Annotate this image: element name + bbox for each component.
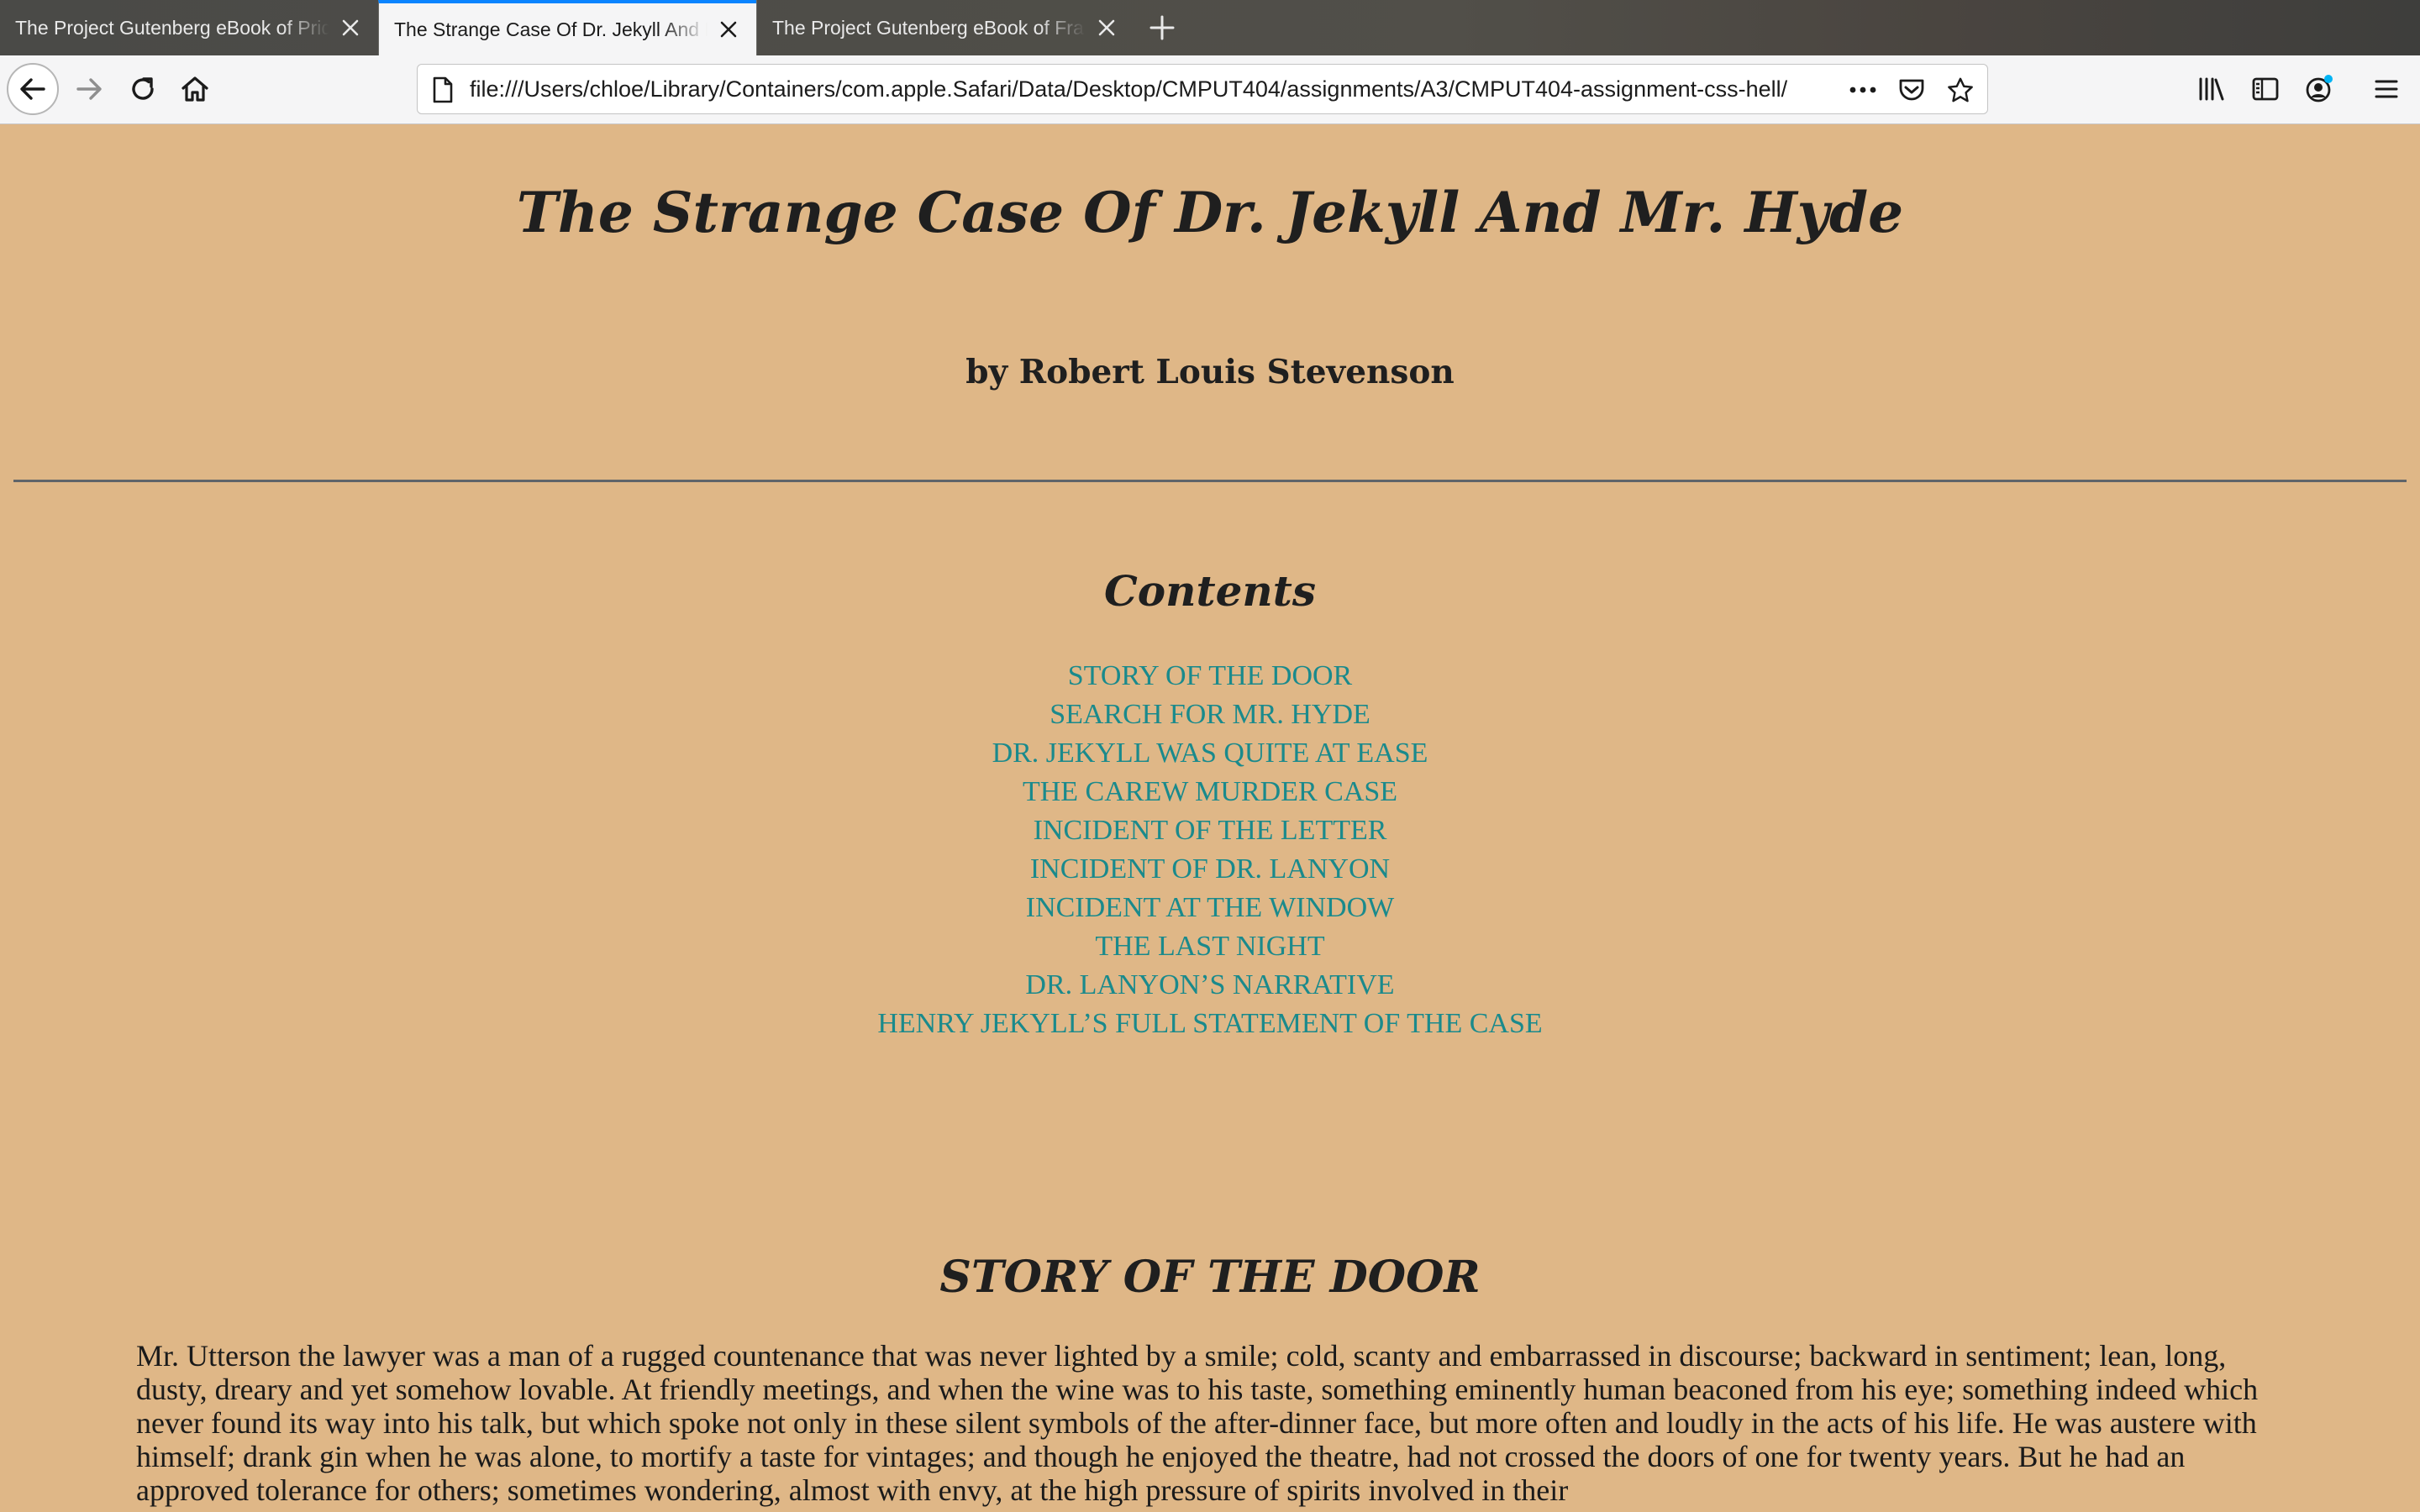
toc-link-dr-lanyons-narrative[interactable]: DR. LANYON’S NARRATIVE (1025, 969, 1394, 1000)
toc-link-henry-jekylls-statement[interactable]: HENRY JEKYLL’S FULL STATEMENT OF THE CAS… (877, 1008, 1542, 1039)
account-icon (2306, 75, 2333, 102)
contents-heading: Contents (1103, 566, 1316, 616)
library-icon (2199, 77, 2224, 101)
forward-button[interactable] (62, 62, 116, 116)
tab-title: The Project Gutenberg eBook of Frankenst… (772, 16, 1086, 39)
toc-link-the-last-night[interactable]: THE LAST NIGHT (1095, 931, 1324, 962)
more-actions-icon[interactable] (1849, 76, 1876, 103)
author-line: by Robert Louis Stevenson (965, 353, 1455, 391)
forward-arrow-icon (76, 78, 102, 100)
page-icon[interactable] (429, 76, 456, 103)
toc-item: DR. JEKYLL WAS QUITE AT EASE (0, 734, 2420, 773)
toc-link-carew-murder-case[interactable]: THE CAREW MURDER CASE (1023, 776, 1397, 807)
url-text[interactable]: file:///Users/chloe/Library/Containers/c… (470, 65, 1828, 113)
tab-frankenstein[interactable]: The Project Gutenberg eBook of Frankenst… (756, 0, 1134, 55)
toc-link-incident-of-the-letter[interactable]: INCIDENT OF THE LETTER (1034, 815, 1387, 846)
close-icon[interactable] (716, 17, 741, 42)
pocket-icon[interactable] (1898, 76, 1925, 103)
toc-item: INCIDENT AT THE WINDOW (0, 889, 2420, 927)
home-icon (182, 76, 208, 102)
toc-item: INCIDENT OF THE LETTER (0, 811, 2420, 850)
library-button[interactable] (2185, 62, 2238, 116)
menu-button[interactable] (2360, 62, 2413, 116)
chapter-paragraph: Mr. Utterson the lawyer was a man of a r… (136, 1339, 2259, 1507)
close-icon[interactable] (338, 15, 363, 40)
back-arrow-icon (20, 78, 45, 100)
toc-item: STORY OF THE DOOR (0, 657, 2420, 696)
toc-link-dr-jekyll-was-quite-at-ease[interactable]: DR. JEKYLL WAS QUITE AT EASE (992, 738, 1428, 769)
sidebar-icon (2252, 77, 2279, 101)
toc-item: THE CAREW MURDER CASE (0, 773, 2420, 811)
new-tab-button[interactable] (1134, 0, 1190, 55)
toc-item: INCIDENT OF DR. LANYON (0, 850, 2420, 889)
back-button[interactable] (7, 63, 59, 115)
toc-item: THE LAST NIGHT (0, 927, 2420, 966)
toc-link-story-of-the-door[interactable]: STORY OF THE DOOR (1068, 660, 1353, 691)
reload-icon (132, 77, 154, 100)
tab-title: The Project Gutenberg eBook of Pride and… (15, 16, 329, 39)
tab-title: The Strange Case Of Dr. Jekyll And Mr. H… (394, 18, 708, 40)
chapter-heading: STORY OF THE DOOR (939, 1252, 1481, 1303)
page-viewport: The Strange Case Of Dr. Jekyll And Mr. H… (0, 124, 2420, 1512)
close-icon[interactable] (1094, 15, 1119, 40)
plus-icon (1150, 15, 1175, 40)
toc-item: SEARCH FOR MR. HYDE (0, 696, 2420, 734)
url-bar[interactable]: file:///Users/chloe/Library/Containers/c… (417, 64, 1988, 114)
toc-link-incident-at-the-window[interactable]: INCIDENT AT THE WINDOW (1026, 892, 1395, 923)
tab-pride-and-prejudice[interactable]: The Project Gutenberg eBook of Pride and… (0, 0, 378, 55)
table-of-contents: STORY OF THE DOOR SEARCH FOR MR. HYDE DR… (0, 657, 2420, 1043)
tab-jekyll-and-hyde[interactable]: The Strange Case Of Dr. Jekyll And Mr. H… (378, 0, 756, 55)
toc-item: HENRY JEKYLL’S FULL STATEMENT OF THE CAS… (0, 1005, 2420, 1043)
toc-link-incident-of-dr-lanyon[interactable]: INCIDENT OF DR. LANYON (1030, 853, 1390, 885)
reload-button[interactable] (116, 62, 170, 116)
account-button[interactable] (2292, 62, 2346, 116)
page-title: The Strange Case Of Dr. Jekyll And Mr. H… (516, 180, 1904, 245)
toc-link-search-for-mr-hyde[interactable]: SEARCH FOR MR. HYDE (1050, 699, 1370, 730)
tab-strip: The Project Gutenberg eBook of Pride and… (0, 0, 2420, 55)
navigation-toolbar: file:///Users/chloe/Library/Containers/c… (0, 55, 2420, 124)
sidebar-button[interactable] (2238, 62, 2292, 116)
toc-item: DR. LANYON’S NARRATIVE (0, 966, 2420, 1005)
menu-icon (2375, 80, 2398, 98)
bookmark-star-icon[interactable] (1947, 76, 1974, 103)
home-button[interactable] (168, 62, 222, 116)
horizontal-divider (13, 480, 2407, 482)
